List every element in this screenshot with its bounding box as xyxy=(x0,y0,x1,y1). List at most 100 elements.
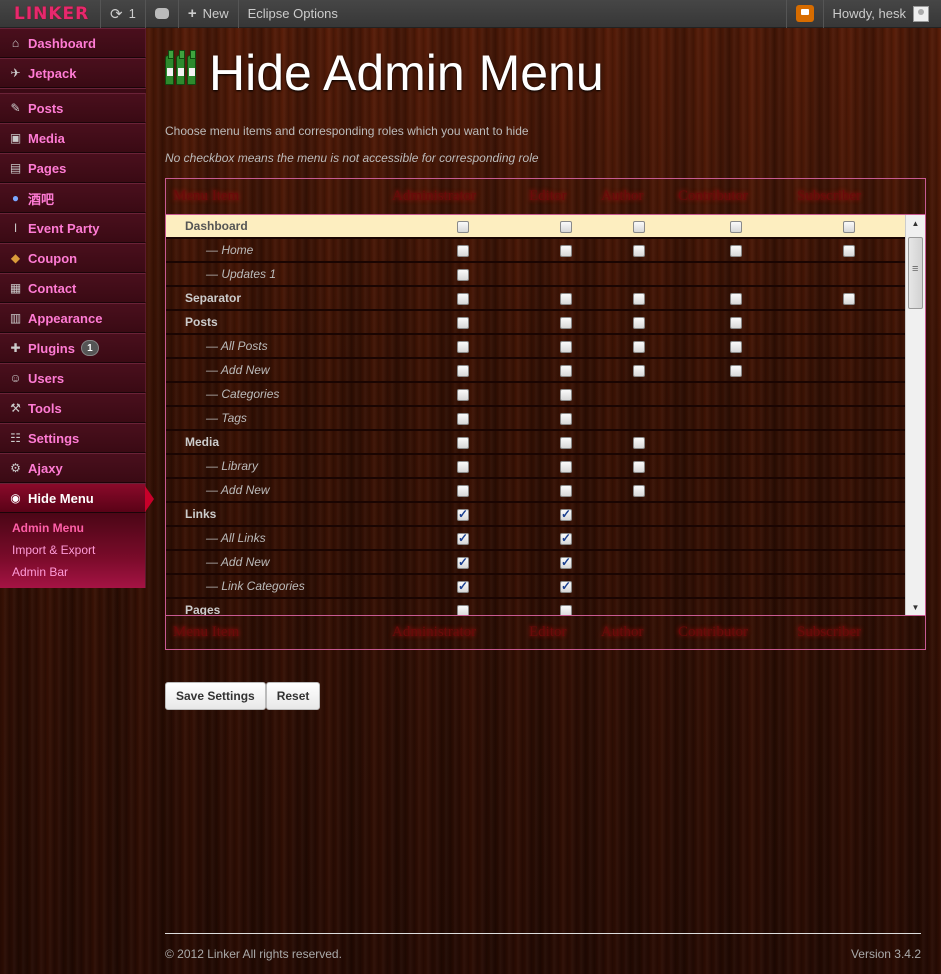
sidebar-item-event-party[interactable]: ǀ Event Party xyxy=(0,213,146,243)
author-checkbox[interactable] xyxy=(633,317,645,329)
new-label: New xyxy=(202,6,229,21)
sidebar-item-label: Posts xyxy=(28,100,64,116)
menu-item-label: Media xyxy=(185,435,220,449)
author-checkbox[interactable] xyxy=(633,221,645,233)
sidebar-item-hide-menu[interactable]: ◉ Hide Menu xyxy=(0,483,154,513)
notification-button[interactable] xyxy=(785,0,823,28)
admin-bar: LINKER ⟳ 1 + New Eclipse Options Howdy, … xyxy=(0,0,941,28)
contributor-checkbox[interactable] xyxy=(730,293,742,305)
author-checkbox[interactable] xyxy=(633,341,645,353)
editor-checkbox[interactable] xyxy=(560,293,572,305)
table-scrollbar[interactable]: ▲ ▼ xyxy=(905,215,925,615)
menu-item-label: — Add New xyxy=(206,483,270,497)
scroll-down-icon[interactable]: ▼ xyxy=(906,599,925,615)
administrator-checkbox[interactable] xyxy=(457,461,469,473)
header-subscriber: Subscriber xyxy=(797,188,862,204)
sidebar-item-jetpack[interactable]: ✈ Jetpack xyxy=(0,58,146,88)
sidebar-item-tools[interactable]: ⚒ Tools xyxy=(0,393,146,423)
logo-text: LINKER xyxy=(14,3,90,24)
editor-checkbox[interactable] xyxy=(560,317,572,329)
administrator-checkbox[interactable] xyxy=(457,389,469,401)
sidebar-item-label: Pages xyxy=(28,160,67,176)
sidebar-item-pages[interactable]: ▤ Pages xyxy=(0,153,146,183)
administrator-checkbox[interactable] xyxy=(457,413,469,425)
editor-checkbox[interactable] xyxy=(560,389,572,401)
administrator-checkbox[interactable] xyxy=(457,317,469,329)
menu-item-label: — Add New xyxy=(206,555,270,569)
editor-checkbox[interactable] xyxy=(560,555,572,569)
save-settings-button[interactable]: Save Settings xyxy=(165,682,266,710)
submenu-import-export[interactable]: Import & Export xyxy=(0,539,145,561)
sidebar-item-dashboard[interactable]: ⌂ Dashboard xyxy=(0,28,146,58)
footer-menu-item: Menu Item xyxy=(173,624,240,640)
subscriber-checkbox[interactable] xyxy=(843,245,855,257)
editor-checkbox[interactable] xyxy=(560,485,572,497)
submenu-admin-bar[interactable]: Admin Bar xyxy=(0,561,145,583)
editor-checkbox[interactable] xyxy=(560,221,572,233)
administrator-checkbox[interactable] xyxy=(457,555,469,569)
editor-checkbox[interactable] xyxy=(560,531,572,545)
author-checkbox[interactable] xyxy=(633,461,645,473)
sidebar-item-label: Plugins xyxy=(28,340,75,356)
administrator-checkbox[interactable] xyxy=(457,507,469,521)
editor-checkbox[interactable] xyxy=(560,341,572,353)
gear-icon: ⚙ xyxy=(10,461,21,475)
author-checkbox[interactable] xyxy=(633,485,645,497)
author-checkbox[interactable] xyxy=(633,293,645,305)
contributor-checkbox[interactable] xyxy=(730,245,742,257)
administrator-checkbox[interactable] xyxy=(457,293,469,305)
administrator-checkbox[interactable] xyxy=(457,341,469,353)
administrator-checkbox[interactable] xyxy=(457,437,469,449)
plus-icon: + xyxy=(187,5,197,22)
subscriber-checkbox[interactable] xyxy=(843,221,855,233)
author-checkbox[interactable] xyxy=(633,365,645,377)
footer-subscriber: Subscriber xyxy=(797,624,862,640)
sidebar-item-posts[interactable]: ✎ Posts xyxy=(0,93,146,123)
contributor-checkbox[interactable] xyxy=(730,365,742,377)
author-checkbox[interactable] xyxy=(633,437,645,449)
editor-checkbox[interactable] xyxy=(560,437,572,449)
contributor-checkbox[interactable] xyxy=(730,221,742,233)
table-row: Pages xyxy=(166,599,925,615)
editor-checkbox[interactable] xyxy=(560,507,572,521)
account-menu[interactable]: Howdy, hesk xyxy=(822,0,941,28)
administrator-checkbox[interactable] xyxy=(457,485,469,497)
sidebar-item-coupon[interactable]: ◆ Coupon xyxy=(0,243,146,273)
sidebar-item-ajaxy[interactable]: ⚙ Ajaxy xyxy=(0,453,146,483)
updates-button[interactable]: ⟳ 1 xyxy=(101,0,146,28)
scroll-up-icon[interactable]: ▲ xyxy=(906,215,925,231)
editor-checkbox[interactable] xyxy=(560,365,572,377)
table-row: — Home xyxy=(166,239,925,263)
editor-checkbox[interactable] xyxy=(560,461,572,473)
new-content-button[interactable]: + New xyxy=(179,0,239,28)
refresh-icon: ⟳ xyxy=(110,5,123,23)
administrator-checkbox[interactable] xyxy=(457,605,469,615)
administrator-checkbox[interactable] xyxy=(457,579,469,593)
site-logo[interactable]: LINKER xyxy=(0,0,101,28)
subscriber-checkbox[interactable] xyxy=(843,293,855,305)
editor-checkbox[interactable] xyxy=(560,413,572,425)
administrator-checkbox[interactable] xyxy=(457,531,469,545)
sidebar-item-appearance[interactable]: ▥ Appearance xyxy=(0,303,146,333)
contributor-checkbox[interactable] xyxy=(730,317,742,329)
scroll-thumb[interactable] xyxy=(908,237,923,309)
administrator-checkbox[interactable] xyxy=(457,245,469,257)
administrator-checkbox[interactable] xyxy=(457,221,469,233)
sidebar-item-users[interactable]: ☺ Users xyxy=(0,363,146,393)
contributor-checkbox[interactable] xyxy=(730,341,742,353)
sidebar-item-bar[interactable]: ● 酒吧 xyxy=(0,183,146,213)
sidebar-item-media[interactable]: ▣ Media xyxy=(0,123,146,153)
comments-button[interactable] xyxy=(146,0,179,28)
editor-checkbox[interactable] xyxy=(560,579,572,593)
reset-button[interactable]: Reset xyxy=(265,682,321,710)
editor-checkbox[interactable] xyxy=(560,245,572,257)
sidebar-item-plugins[interactable]: ✚ Plugins 1 xyxy=(0,333,146,363)
eclipse-options-link[interactable]: Eclipse Options xyxy=(239,0,347,28)
administrator-checkbox[interactable] xyxy=(457,269,469,281)
author-checkbox[interactable] xyxy=(633,245,645,257)
sidebar-item-contact[interactable]: ▦ Contact xyxy=(0,273,146,303)
sidebar-item-settings[interactable]: ☷ Settings xyxy=(0,423,146,453)
editor-checkbox[interactable] xyxy=(560,605,572,615)
administrator-checkbox[interactable] xyxy=(457,365,469,377)
submenu-admin-menu[interactable]: Admin Menu xyxy=(0,517,145,539)
